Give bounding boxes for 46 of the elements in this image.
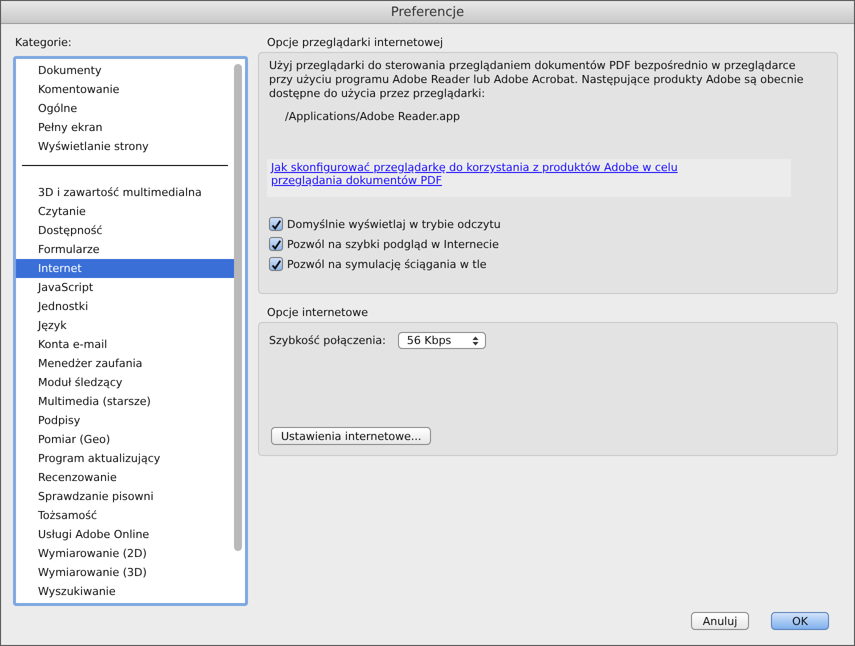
category-item[interactable]: Internet: [16, 259, 234, 278]
category-item[interactable]: Komentowanie: [16, 80, 234, 99]
category-item[interactable]: Jednostki: [16, 297, 234, 316]
category-item[interactable]: Usługi Adobe Online: [16, 525, 234, 544]
category-item[interactable]: Podpisy: [16, 411, 234, 430]
category-item[interactable]: Pomiar (Geo): [16, 430, 234, 449]
category-item[interactable]: Menedżer zaufania: [16, 354, 234, 373]
category-item[interactable]: JavaScript: [16, 278, 234, 297]
category-item[interactable]: 3D i zawartość multimedialna: [16, 183, 234, 202]
category-item[interactable]: Wymiarowanie (2D): [16, 544, 234, 563]
category-item[interactable]: Sprawdzanie pisowni: [16, 487, 234, 506]
category-item[interactable]: Konta e-mail: [16, 335, 234, 354]
category-item[interactable]: Dokumenty: [16, 61, 234, 80]
dialog-button[interactable]: Anuluj: [691, 612, 749, 630]
application-path: /Applications/Adobe Reader.app: [285, 110, 460, 123]
category-item[interactable]: Formularze: [16, 240, 234, 259]
section-title: Opcje przeglądarki internetowej: [266, 36, 444, 51]
section-title: Opcje internetowe: [266, 306, 369, 321]
stepper-icon: [472, 336, 479, 346]
categories-label: Kategorie:: [14, 36, 73, 51]
speed-label: Szybkość połączenia:: [269, 334, 386, 347]
checkbox[interactable]: [269, 257, 283, 271]
dialog-button[interactable]: OK: [771, 612, 829, 630]
category-item[interactable]: Dostępność: [16, 221, 234, 240]
scrollbar[interactable]: [234, 64, 242, 551]
checkbox-label: Pozwól na symulację ściągania w tle: [287, 258, 487, 270]
checkbox[interactable]: [269, 237, 283, 251]
category-item[interactable]: Wyszukiwanie: [16, 582, 234, 601]
category-item[interactable]: Czytanie: [16, 202, 234, 221]
category-item[interactable]: Język: [16, 316, 234, 335]
description-text: Użyj przeglądarki do sterowania przeglądaniem dokumentów PDF bezpośrednio w przeglądarce przy użyciu programu Adobe Reader lub Adobe Acrobat. Następujące produkty Adobe są obecnie dostępne do użycia przez przeglądarki:: [269, 59, 805, 101]
category-item[interactable]: Multimedia (starsze): [16, 392, 234, 411]
checkbox[interactable]: [269, 217, 283, 231]
category-item[interactable]: Program aktualizujący: [16, 449, 234, 468]
category-item[interactable]: Moduł śledzący: [16, 373, 234, 392]
category-item[interactable]: Recenzowanie: [16, 468, 234, 487]
category-item[interactable]: Ogólne: [16, 99, 234, 118]
checkbox-label: Domyślnie wyświetlaj w trybie odczytu: [287, 218, 501, 230]
speed-dropdown[interactable]: 56 Kbps: [398, 332, 486, 349]
category-item[interactable]: Wyświetlanie strony: [16, 137, 234, 156]
window-title: Preferencje: [390, 4, 464, 20]
category-item[interactable]: Wymiarowanie (3D): [16, 563, 234, 582]
internet-settings-button[interactable]: Ustawienia internetowe...: [271, 427, 432, 445]
category-item[interactable]: Tożsamość: [16, 506, 234, 525]
checkbox-label: Pozwól na szybki podgląd w Internecie: [287, 238, 499, 250]
category-item[interactable]: Pełny ekran: [16, 118, 234, 137]
